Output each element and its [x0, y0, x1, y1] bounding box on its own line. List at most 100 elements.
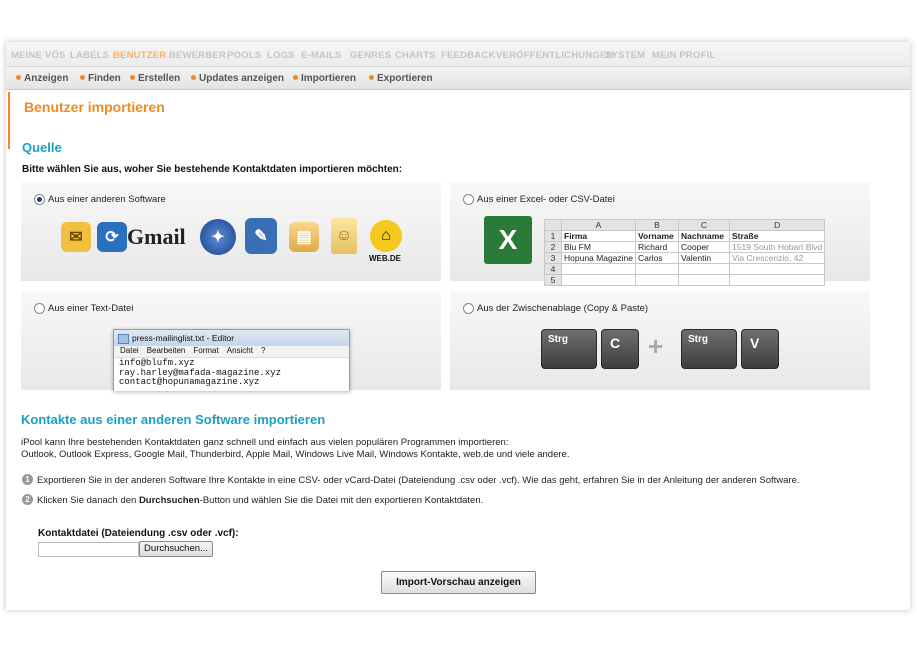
table-row: 1 Firma Vorname Nachname Straße [544, 230, 826, 242]
nav-labels[interactable]: LABELS [70, 50, 109, 61]
nav-emails[interactable]: E-MAILS [301, 50, 341, 61]
step-2-part: -Button und wählen Sie die Datei mit den… [199, 495, 484, 506]
cell: Vorname [635, 230, 679, 242]
browse-button[interactable]: Durchsuchen... [139, 541, 213, 557]
notepad-icon [118, 334, 129, 344]
option-software-label: Aus einer anderen Software [48, 194, 166, 205]
col-header: C [678, 219, 730, 231]
menu-item: Ansicht [226, 346, 253, 355]
table-row: 5 [544, 274, 826, 286]
row-number: 2 [544, 241, 562, 253]
table-row: 3 Hopuna Magazine Carlos Valentin Via Cr… [544, 252, 826, 264]
nav-charts[interactable]: CHARTS [395, 50, 436, 61]
nav-mein-profil[interactable]: MEIN PROFIL [652, 50, 715, 61]
menu-item: Bearbeiten [146, 346, 186, 355]
option-excel-panel[interactable]: Aus einer Excel- oder CSV-Datei X A B C … [450, 182, 870, 286]
row-number: 4 [544, 263, 562, 275]
table-row: 4 [544, 263, 826, 275]
main-frame: MEINE VÖS LABELS BENUTZER BEWERBER POOLS… [6, 42, 910, 610]
nav-system[interactable]: SYSTEM [605, 50, 645, 61]
key-c: C [601, 329, 639, 369]
cell: Nachname [678, 230, 730, 242]
option-text-label: Aus einer Text-Datei [48, 303, 134, 314]
subnav-label: Anzeigen [24, 73, 69, 84]
webde-icon: ⌂ [370, 220, 402, 252]
table-row: 2 Blu FM Richard Cooper 1519 South Hobar… [544, 241, 826, 253]
file-label: Kontaktdatei (Dateiendung .csv oder .vcf… [38, 528, 239, 539]
top-navigation: MEINE VÖS LABELS BENUTZER BEWERBER POOLS… [6, 42, 910, 67]
cell: Valentin [678, 252, 730, 264]
radio-text[interactable] [34, 303, 45, 314]
subnav-importieren[interactable]: Importieren [293, 73, 356, 84]
subnav-finden[interactable]: Finden [80, 73, 121, 84]
col-header: D [728, 219, 826, 231]
key-v: V [741, 329, 779, 369]
notepad-content: info@blufm.xyz ray.harley@mafada-magazin… [114, 358, 349, 389]
apple-mail-icon: ✎ [245, 218, 277, 254]
cell [728, 263, 826, 275]
import-preview-button[interactable]: Import-Vorschau anzeigen [381, 571, 536, 594]
nav-genres[interactable]: GENRES [350, 50, 391, 61]
menu-item: ? [260, 346, 266, 355]
cell [678, 274, 730, 286]
subnav-exportieren[interactable]: Exportieren [369, 73, 433, 84]
nav-logs[interactable]: LOGS [267, 50, 295, 61]
windows-contacts-icon: ☺ [331, 218, 357, 254]
intro-line-2: Outlook, Outlook Express, Google Mail, T… [21, 449, 570, 460]
bullet-icon [191, 75, 196, 80]
subnav-anzeigen[interactable]: Anzeigen [16, 73, 68, 84]
outlook-express-icon: ✉ [61, 222, 91, 252]
nav-bewerber[interactable]: BEWERBER [169, 50, 226, 61]
radio-software[interactable] [34, 194, 45, 205]
subnav-label: Importieren [301, 73, 357, 84]
radio-clipboard[interactable] [463, 303, 474, 314]
plus-icon: + [648, 331, 664, 361]
key-label: Strg [688, 334, 708, 345]
subnav-label: Finden [88, 73, 121, 84]
source-prompt: Bitte wählen Sie aus, woher Sie bestehen… [22, 164, 403, 175]
cell: Blu FM [561, 241, 636, 253]
step-2-text: Klicken Sie danach den Durchsuchen-Butto… [37, 495, 483, 506]
step-1-text: Exportieren Sie in der anderen Software … [37, 475, 800, 486]
row-number: 3 [544, 252, 562, 264]
menu-item: Format [193, 346, 219, 355]
cell: 1519 South Hobart Blvd [728, 241, 826, 253]
col-header: B [635, 219, 679, 231]
notepad-title: press-mailinglist.txt - Editor [132, 333, 235, 343]
file-path-input[interactable] [38, 542, 139, 557]
accent-bar [8, 92, 10, 149]
bullet-icon [369, 75, 374, 80]
gmail-logo: Gmail [127, 224, 186, 249]
source-heading: Quelle [22, 140, 62, 155]
radio-excel[interactable] [463, 194, 474, 205]
key-label: C [610, 335, 621, 351]
nav-pools[interactable]: POOLS [227, 50, 261, 61]
cell: Hopuna Magazine [561, 252, 636, 264]
import-heading: Kontakte aus einer anderen Software impo… [21, 412, 326, 427]
nav-feedback[interactable]: FEEDBACK [441, 50, 495, 61]
nav-benutzer[interactable]: BENUTZER [113, 50, 166, 61]
cell: Straße [728, 230, 826, 242]
subnav-label: Updates anzeigen [199, 73, 285, 84]
option-clipboard-panel[interactable]: Aus der Zwischenablage (Copy & Paste) St… [450, 291, 870, 390]
row-number: 5 [544, 274, 562, 286]
subnav-updates-anzeigen[interactable]: Updates anzeigen [191, 73, 284, 84]
subnav-erstellen[interactable]: Erstellen [130, 73, 180, 84]
subnav-label: Exportieren [377, 73, 433, 84]
option-text-panel[interactable]: Aus einer Text-Datei press-mailinglist.t… [21, 291, 441, 391]
row-number: 1 [544, 230, 562, 242]
cell: Cooper [678, 241, 730, 253]
nav-veroeffentlichungen[interactable]: VERÖFFENTLICHUNGEN [496, 50, 614, 61]
option-software-panel[interactable]: Aus einer anderen Software ✉ ⟳ Gmail ✦ ✎… [21, 182, 441, 281]
step-2-number: 2 [22, 494, 33, 505]
nav-meine-voes[interactable]: MEINE VÖS [11, 50, 66, 61]
windows-live-mail-icon: ⟳ [97, 222, 127, 252]
page-title: Benutzer importieren [24, 99, 165, 115]
contacts-card-icon: ▤ [289, 222, 319, 252]
webde-label: WEB.DE [369, 254, 401, 263]
cell: Carlos [635, 252, 679, 264]
notepad-preview: press-mailinglist.txt - Editor Datei Bear… [113, 329, 350, 391]
step-1-number: 1 [22, 474, 33, 485]
cell [561, 263, 636, 275]
key-label: V [750, 335, 760, 351]
